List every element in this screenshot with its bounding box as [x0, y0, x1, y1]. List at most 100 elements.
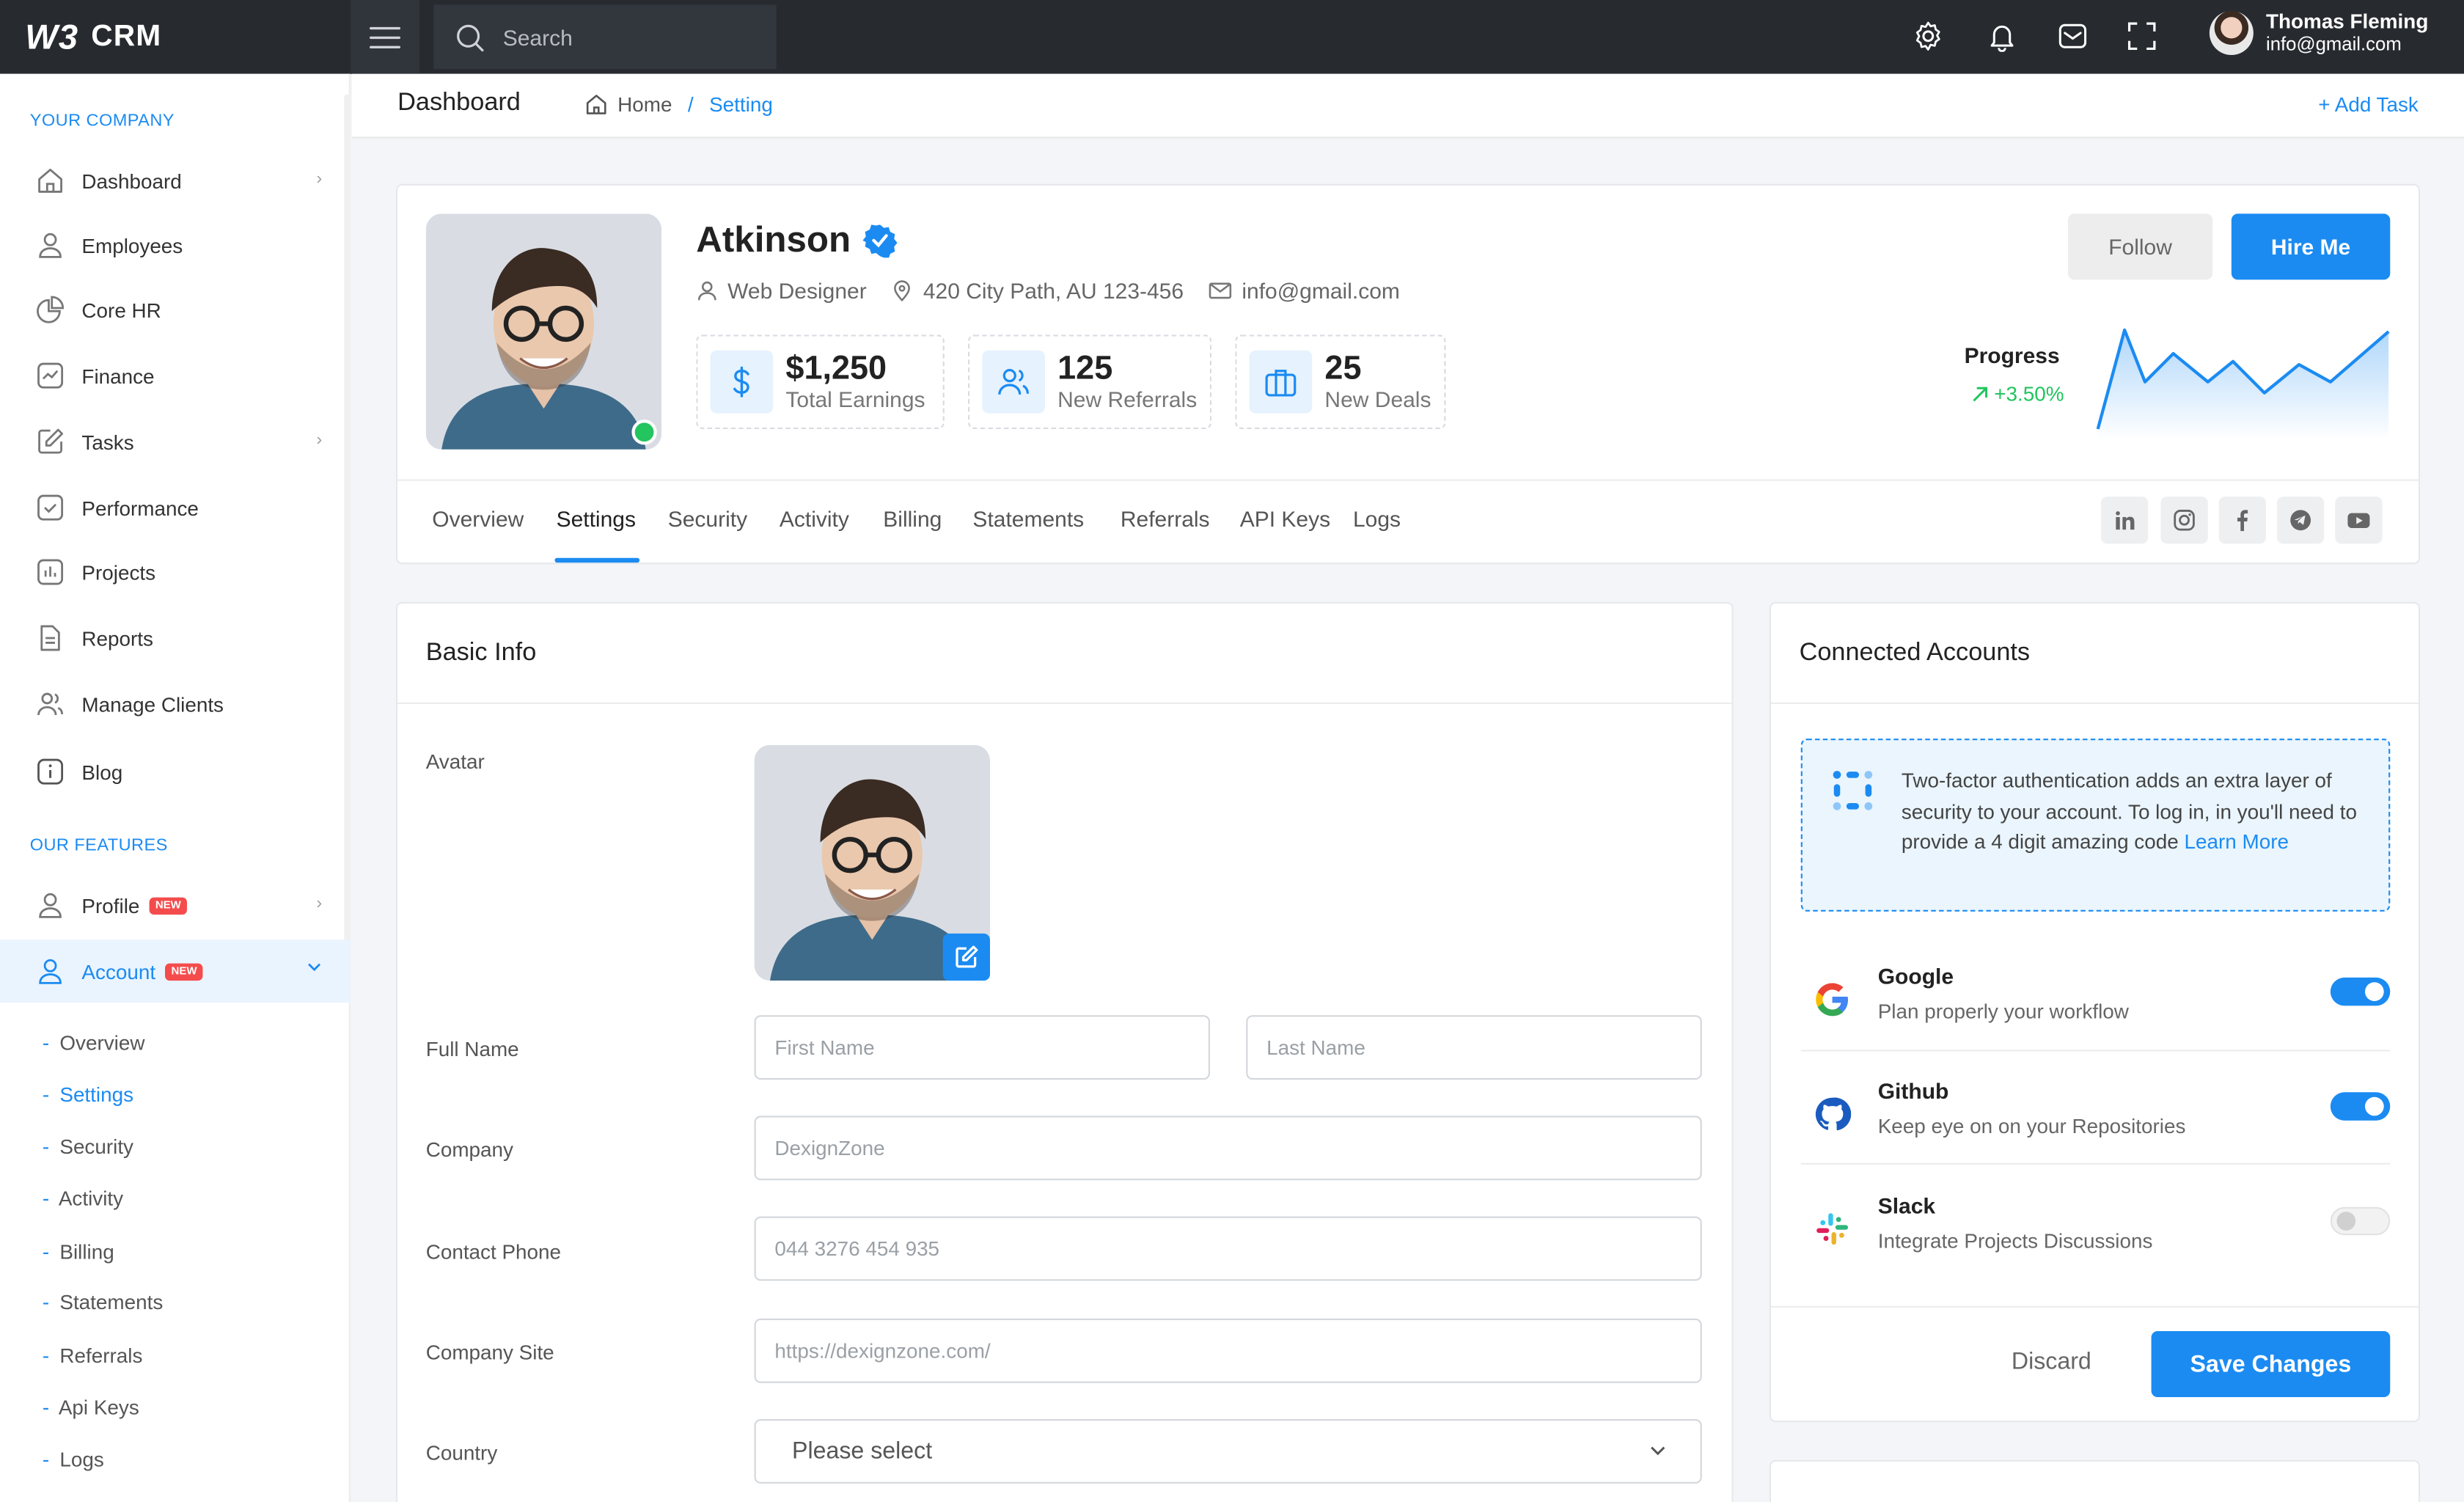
sidebar-item-reports[interactable]: Reports: [0, 607, 351, 670]
tab-logs[interactable]: Logs: [1353, 506, 1401, 531]
messages-button[interactable]: [2056, 19, 2090, 54]
sidebar-item-employees[interactable]: Employees: [0, 213, 351, 276]
sidebar-item-label: Dashboard: [81, 169, 182, 193]
sidebar-subitem-api-keys[interactable]: - Api Keys: [43, 1396, 139, 1419]
github-icon: [1815, 1097, 1852, 1131]
avatar-label: Avatar: [425, 750, 485, 774]
sidebar-item-dashboard[interactable]: Dashboard ›: [0, 150, 351, 213]
discard-button[interactable]: Discard: [2012, 1349, 2091, 1375]
chevron-right-icon: ›: [316, 169, 323, 189]
sidebar-item-projects[interactable]: Projects: [0, 541, 351, 604]
tabs-divider: [397, 479, 2419, 481]
briefcase-icon: [1249, 350, 1313, 414]
new-badge: NEW: [149, 896, 188, 915]
sidebar-item-performance[interactable]: Performance: [0, 476, 351, 539]
sidebar-item-account[interactable]: Account NEW: [0, 939, 351, 1003]
google-toggle[interactable]: [2330, 977, 2391, 1006]
github-toggle[interactable]: [2330, 1092, 2391, 1121]
tab-statements[interactable]: Statements: [972, 506, 1084, 531]
menu-toggle-button[interactable]: [350, 0, 420, 74]
sidebar-item-manage-clients[interactable]: Manage Clients: [0, 673, 351, 736]
mail-icon: [2058, 23, 2087, 48]
tab-activity[interactable]: Activity: [780, 506, 849, 531]
sidebar-subitem-activity[interactable]: - Activity: [43, 1187, 123, 1210]
mail-icon: [1209, 282, 1232, 299]
tab-billing[interactable]: Billing: [883, 506, 942, 531]
sidebar-item-core-hr[interactable]: Core HR: [0, 278, 351, 341]
bell-icon: [1990, 26, 2014, 52]
tab-referrals[interactable]: Referrals: [1121, 506, 1210, 531]
follow-button[interactable]: Follow: [2068, 213, 2213, 280]
contact-phone-field[interactable]: [754, 1216, 1702, 1281]
sidebar-item-finance[interactable]: Finance: [0, 344, 351, 407]
youtube-button[interactable]: [2335, 497, 2383, 544]
sidebar-subitem-billing[interactable]: - Billing: [43, 1240, 114, 1264]
stat-new-referrals: 125 New Referrals: [968, 334, 1212, 429]
breadcrumb-home[interactable]: Home: [617, 92, 672, 116]
home-icon: [586, 95, 606, 114]
google-icon: [1816, 983, 1848, 1016]
subitem-label: Statements: [59, 1290, 164, 1314]
account-description: Integrate Projects Discussions: [1877, 1228, 2153, 1253]
breadcrumb: Home / Setting: [584, 92, 773, 117]
chart-icon: [34, 360, 66, 392]
sidebar-item-label: Tasks: [81, 430, 134, 454]
connected-footer-divider: [1771, 1305, 2419, 1308]
last-name-field[interactable]: [1246, 1015, 1702, 1080]
slack-toggle[interactable]: [2330, 1206, 2391, 1236]
add-task-button[interactable]: + Add Task: [2318, 92, 2419, 116]
sidebar-subitem-security[interactable]: - Security: [43, 1135, 133, 1158]
edit-avatar-button[interactable]: [942, 933, 990, 981]
stat-label: New Referrals: [1057, 387, 1198, 412]
linkedin-button[interactable]: [2101, 497, 2149, 544]
settings-button[interactable]: [1911, 19, 1946, 54]
tab-settings[interactable]: Settings: [557, 506, 636, 531]
bar-chart-icon: [34, 557, 66, 588]
sidebar-item-blog[interactable]: Blog: [0, 740, 351, 803]
stat-value: 125: [1057, 350, 1113, 387]
profile-name-text: Atkinson: [696, 218, 851, 260]
user-email: info@gmail.com: [2266, 33, 2402, 55]
online-status-dot: [631, 420, 657, 445]
app-logo[interactable]: W3 CRM: [0, 0, 351, 74]
save-changes-button[interactable]: Save Changes: [2151, 1331, 2391, 1397]
verified-badge-icon: [863, 224, 898, 257]
sidebar-subitem-logs[interactable]: - Logs: [43, 1448, 104, 1471]
user-menu[interactable]: Thomas Fleming info@gmail.com: [2209, 10, 2428, 55]
users-icon: [982, 350, 1045, 414]
search-input[interactable]: [502, 24, 739, 50]
company-field[interactable]: [754, 1115, 1702, 1181]
sidebar-item-profile[interactable]: Profile NEW ›: [0, 873, 351, 937]
scan-icon: [1833, 771, 1873, 810]
tab-overview[interactable]: Overview: [432, 506, 524, 531]
facebook-button[interactable]: [2218, 497, 2266, 544]
sidebar-item-label: Performance: [81, 496, 199, 520]
tab-api-keys[interactable]: API Keys: [1240, 506, 1330, 531]
instagram-button[interactable]: [2160, 497, 2208, 544]
notifications-button[interactable]: [1984, 19, 2019, 54]
stat-value: 25: [1324, 350, 1362, 387]
subitem-label: Logs: [59, 1447, 104, 1471]
sidebar-item-tasks[interactable]: Tasks ›: [0, 410, 351, 473]
profile-email[interactable]: info@gmail.com: [1209, 278, 1400, 304]
learn-more-link[interactable]: Learn More: [2185, 829, 2289, 853]
sidebar-item-label: Employees: [81, 233, 183, 257]
sidebar-item-label: Finance: [81, 364, 155, 388]
telegram-button[interactable]: [2277, 497, 2325, 544]
company-label: Company: [425, 1138, 513, 1162]
hamburger-icon: [369, 26, 400, 48]
sidebar-subitem-statements[interactable]: - Statements: [43, 1290, 163, 1314]
fullscreen-button[interactable]: [2124, 19, 2159, 54]
tab-security[interactable]: Security: [668, 506, 747, 531]
company-site-field[interactable]: [754, 1318, 1702, 1383]
fullscreen-icon: [2127, 22, 2156, 51]
sidebar-subitem-settings[interactable]: - Settings: [43, 1082, 133, 1106]
hire-me-button[interactable]: Hire Me: [2231, 213, 2391, 280]
sidebar-subitem-referrals[interactable]: - Referrals: [43, 1344, 143, 1367]
basic-info-title: Basic Info: [425, 640, 537, 667]
country-select[interactable]: Please select: [754, 1418, 1702, 1484]
sidebar-subitem-overview[interactable]: - Overview: [43, 1031, 145, 1055]
search-bar[interactable]: [433, 4, 777, 70]
connected-accounts-title: Connected Accounts: [1799, 640, 2031, 667]
first-name-field[interactable]: [754, 1015, 1210, 1080]
